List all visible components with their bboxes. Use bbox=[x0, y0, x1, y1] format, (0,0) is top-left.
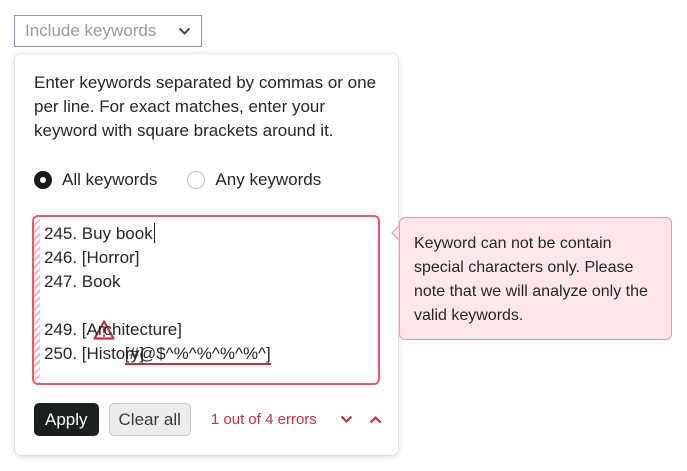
keyword-line: 249. [Architecture] bbox=[44, 318, 271, 342]
keyword-line: 246. [Horror] bbox=[44, 246, 271, 270]
clear-all-button[interactable]: Clear all bbox=[108, 403, 191, 436]
apply-button[interactable]: Apply bbox=[34, 403, 99, 436]
chevron-down-icon bbox=[177, 24, 191, 38]
keyword-line: 247. Book bbox=[44, 270, 271, 294]
keyword-text: 250. [History] bbox=[44, 344, 145, 363]
radio-any-keywords-label: Any keywords bbox=[215, 170, 322, 189]
radio-unchecked-icon bbox=[187, 171, 206, 189]
panel-actions: Apply Clear all 1 out of 4 errors bbox=[34, 403, 385, 436]
error-status: 1 out of 4 errors bbox=[210, 411, 317, 428]
keyword-line: 245. Buy book bbox=[44, 222, 271, 246]
keyword-line-error: [#@$^%^%^%^%^] bbox=[44, 294, 271, 365]
keyword-text: 246. [Horror] bbox=[44, 248, 140, 267]
keyword-text: 249. [Architecture] bbox=[44, 320, 182, 339]
warning-icon bbox=[46, 296, 115, 340]
error-hatch-bar bbox=[34, 217, 40, 383]
text-caret bbox=[153, 223, 155, 243]
keyword-text: 245. Buy book bbox=[44, 224, 153, 243]
previous-error-chevron-up-icon[interactable] bbox=[367, 411, 385, 429]
radio-any-keywords[interactable]: Any keywords bbox=[187, 170, 321, 190]
keyword-line: 250. [History] bbox=[44, 342, 271, 366]
radio-all-keywords-label: All keywords bbox=[62, 170, 158, 189]
error-tooltip: Keyword can not be contain special chara… bbox=[399, 217, 672, 340]
include-keywords-dropdown[interactable]: Include keywords bbox=[14, 15, 202, 47]
keywords-textarea[interactable]: 245. Buy book 246. [Horror] 247. Book [#… bbox=[32, 215, 380, 385]
keywords-panel: Enter keywords separated by commas or on… bbox=[15, 54, 398, 455]
tooltip-message: Keyword can not be contain special chara… bbox=[414, 235, 648, 324]
radio-all-keywords[interactable]: All keywords bbox=[34, 170, 157, 190]
next-error-chevron-down-icon[interactable] bbox=[338, 411, 356, 429]
instructions-text: Enter keywords separated by commas or on… bbox=[34, 73, 377, 140]
keywords-lines: 245. Buy book 246. [Horror] 247. Book [#… bbox=[44, 222, 271, 366]
match-mode-radio-group: All keywords Any keywords bbox=[34, 170, 321, 190]
keyword-text: 247. Book bbox=[44, 272, 121, 291]
dropdown-label: Include keywords bbox=[25, 21, 157, 40]
radio-checked-icon bbox=[34, 171, 52, 189]
